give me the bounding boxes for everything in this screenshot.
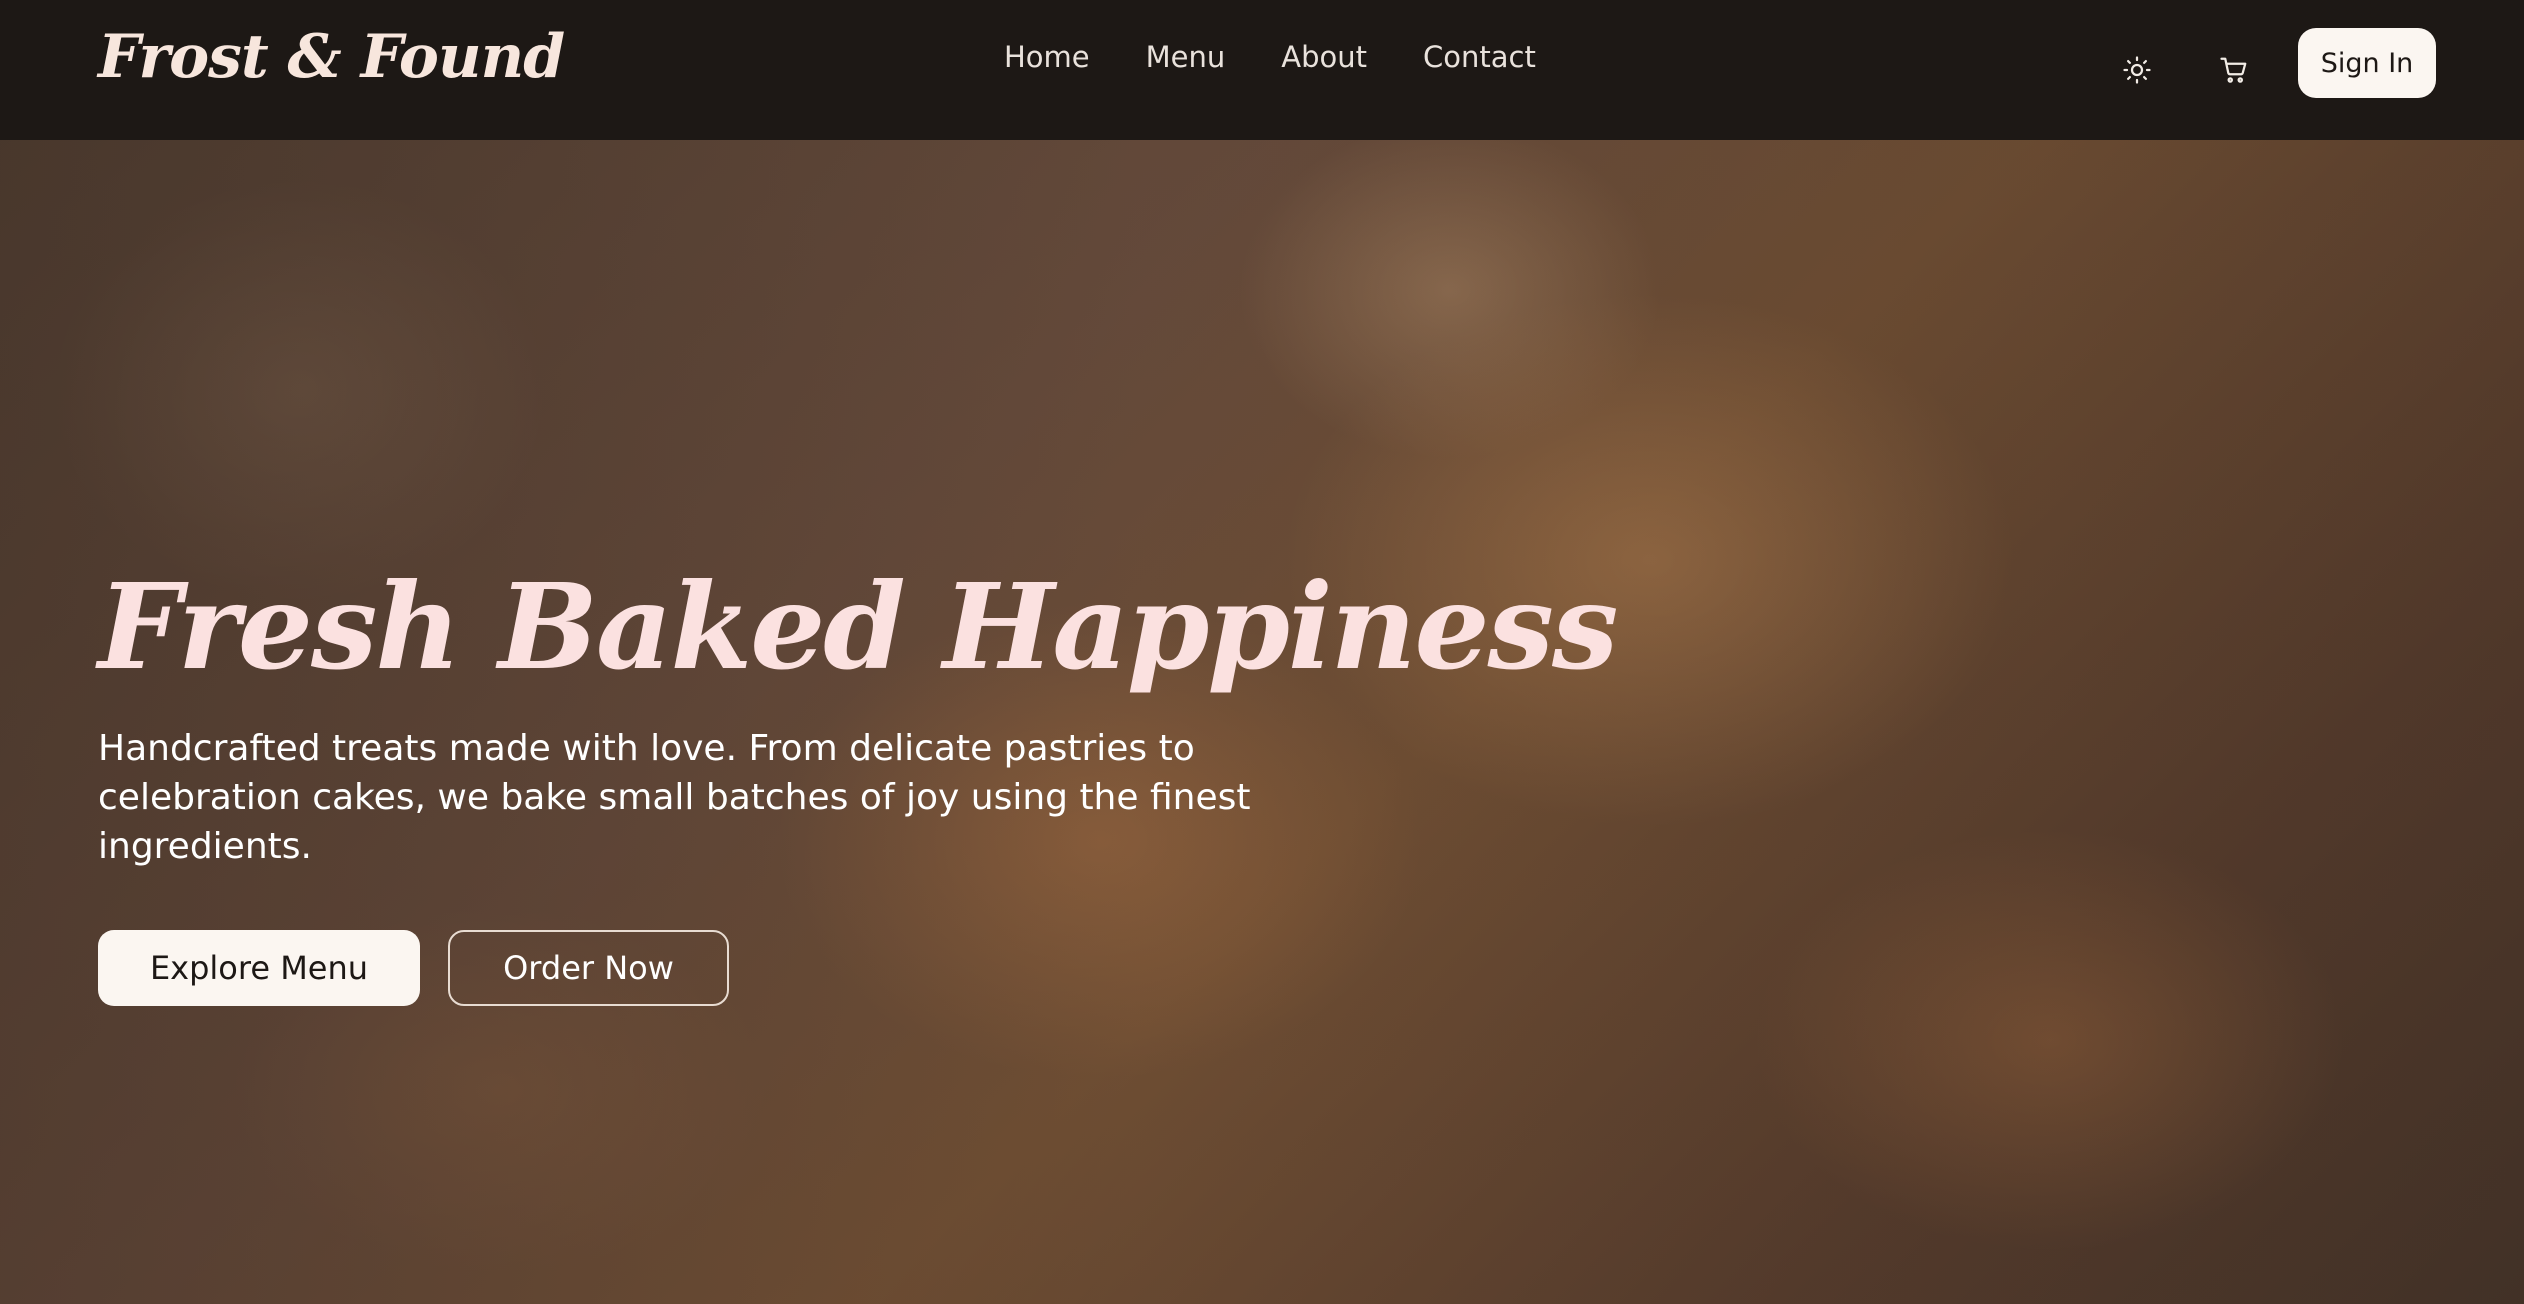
nav-link-contact[interactable]: Contact bbox=[1423, 40, 1536, 74]
top-navbar: Frost & Found Home Menu About Contact Si… bbox=[0, 0, 2524, 140]
nav-link-about[interactable]: About bbox=[1281, 40, 1367, 74]
nav-link-menu[interactable]: Menu bbox=[1146, 40, 1226, 74]
sun-icon bbox=[2123, 56, 2151, 84]
brand-logo[interactable]: Frost & Found bbox=[98, 22, 565, 92]
hero-description: Handcrafted treats made with love. From … bbox=[98, 728, 1251, 867]
explore-menu-button[interactable]: Explore Menu bbox=[98, 930, 420, 1006]
hero-title: Fresh Baked Happiness bbox=[98, 557, 1618, 696]
theme-toggle-button[interactable] bbox=[2109, 42, 2165, 98]
hero-background-overlay bbox=[0, 140, 2524, 1304]
sign-in-button[interactable]: Sign In bbox=[2298, 28, 2436, 98]
hero-section: Fresh Baked Happiness Handcrafted treats… bbox=[0, 140, 2524, 1304]
cart-icon bbox=[2220, 57, 2247, 83]
order-now-button[interactable]: Order Now bbox=[448, 930, 729, 1006]
main-nav: Home Menu About Contact bbox=[1004, 40, 1536, 74]
nav-link-home[interactable]: Home bbox=[1004, 40, 1090, 74]
cart-button[interactable] bbox=[2206, 42, 2262, 98]
